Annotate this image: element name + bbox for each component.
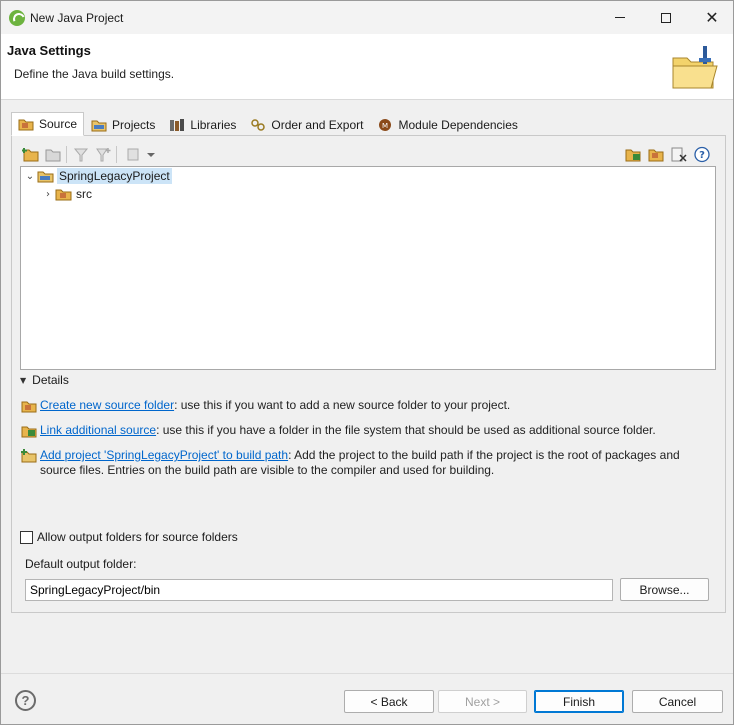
- detail-add-project-to-build-path: Add project 'SpringLegacyProject' to bui…: [21, 448, 710, 478]
- svg-text:?: ?: [699, 150, 705, 161]
- svg-text:M: M: [382, 122, 388, 130]
- window-title: New Java Project: [30, 11, 124, 25]
- tab-label: Libraries: [190, 117, 237, 132]
- wizard-banner: Java Settings Define the Java build sett…: [1, 34, 733, 100]
- minimize-button[interactable]: [597, 1, 643, 34]
- link-source-icon: [21, 426, 37, 438]
- source-toolbar: ?: [20, 144, 716, 166]
- default-output-folder-input[interactable]: [25, 579, 613, 601]
- detail-create-source-folder: Create new source folder: use this if yo…: [21, 398, 710, 413]
- project-label[interactable]: SpringLegacyProject: [57, 168, 172, 184]
- configure-icon[interactable]: [124, 146, 142, 163]
- projects-icon: [91, 120, 107, 131]
- allow-output-folders-label: Allow output folders for source folders: [37, 530, 238, 544]
- tab-label: Projects: [112, 117, 156, 132]
- new-source-folder-icon: [21, 401, 37, 413]
- libraries-icon: [170, 118, 185, 131]
- link-additional-source-link[interactable]: Link additional source: [40, 423, 156, 437]
- tab-projects[interactable]: Projects: [84, 113, 162, 136]
- detail-text: : use this if you want to add a new sour…: [174, 398, 511, 412]
- chevron-right-icon[interactable]: ›: [41, 189, 55, 200]
- source-tab-panel: ? ⌄ SpringLegacyProject › src ▼ Details …: [11, 135, 726, 613]
- finish-button[interactable]: Finish: [534, 690, 624, 713]
- java-project-wizard-icon: [672, 46, 718, 89]
- maximize-button[interactable]: [643, 1, 689, 34]
- source-tree: ⌄ SpringLegacyProject › src: [20, 166, 716, 370]
- tab-label: Order and Export: [271, 117, 364, 132]
- allow-output-folders-row[interactable]: Allow output folders for source folders: [20, 530, 238, 544]
- help-icon[interactable]: ?: [15, 690, 36, 711]
- cancel-button[interactable]: Cancel: [632, 690, 723, 713]
- src-label[interactable]: src: [76, 187, 92, 201]
- add-project-to-build-path-link[interactable]: Add project 'SpringLegacyProject' to bui…: [40, 448, 288, 462]
- toolbar-separator: [66, 146, 67, 163]
- build-path-tabs: Source Projects Libraries Order and Expo…: [11, 112, 525, 136]
- detail-link-additional-source: Link additional source: use this if you …: [21, 423, 710, 438]
- details-section-header[interactable]: ▼ Details: [20, 373, 69, 387]
- filter-icon[interactable]: [72, 146, 90, 163]
- add-folder-icon[interactable]: [22, 146, 40, 163]
- page-description: Define the Java build settings.: [14, 67, 175, 81]
- add-project-icon: [21, 449, 37, 463]
- tab-label: Source: [39, 117, 78, 131]
- back-button[interactable]: < Back: [344, 690, 434, 713]
- source-folder-icon: [18, 119, 34, 131]
- detail-text: : use this if you have a folder in the f…: [156, 423, 656, 437]
- new-source-folder-icon[interactable]: [624, 146, 642, 163]
- module-icon: M: [379, 118, 392, 131]
- remove-entry-icon[interactable]: [670, 146, 688, 163]
- toolbar-separator: [116, 146, 117, 163]
- dropdown-arrow-icon[interactable]: [142, 146, 160, 163]
- page-title: Java Settings: [7, 43, 91, 58]
- source-folder-icon: [55, 189, 72, 201]
- order-export-icon: [251, 118, 266, 131]
- maximize-icon: [661, 12, 671, 23]
- tree-row-project[interactable]: ⌄ SpringLegacyProject: [23, 167, 172, 185]
- tree-row-src[interactable]: › src: [41, 185, 92, 203]
- spring-app-icon: [9, 10, 25, 26]
- title-bar: New Java Project ✕: [1, 1, 733, 34]
- tab-source[interactable]: Source: [11, 112, 85, 136]
- link-source-icon[interactable]: [44, 146, 62, 163]
- tab-order-and-export[interactable]: Order and Export: [243, 113, 370, 136]
- next-button[interactable]: Next >: [438, 690, 527, 713]
- new-java-project-dialog: New Java Project ✕ Java Settings Define …: [0, 0, 734, 725]
- close-icon: ✕: [705, 7, 719, 27]
- details-heading: Details: [32, 373, 69, 387]
- default-output-folder-label: Default output folder:: [25, 557, 137, 571]
- new-package-folder-icon[interactable]: [647, 146, 665, 163]
- chevron-down-icon[interactable]: ⌄: [23, 171, 37, 182]
- create-source-folder-link[interactable]: Create new source folder: [40, 398, 174, 412]
- tab-label: Module Dependencies: [398, 117, 518, 132]
- filter-add-icon[interactable]: [94, 146, 112, 163]
- allow-output-folders-checkbox[interactable]: [20, 530, 33, 544]
- tab-module-dependencies[interactable]: M Module Dependencies: [370, 113, 524, 136]
- collapse-triangle-icon[interactable]: ▼: [20, 376, 26, 385]
- minimize-icon: [615, 17, 625, 18]
- close-button[interactable]: ✕: [689, 1, 734, 34]
- footer-separator: [1, 673, 733, 674]
- browse-button[interactable]: Browse...: [620, 578, 709, 601]
- help-icon[interactable]: ?: [693, 146, 711, 163]
- tab-libraries[interactable]: Libraries: [162, 113, 243, 136]
- java-project-icon: [37, 171, 54, 183]
